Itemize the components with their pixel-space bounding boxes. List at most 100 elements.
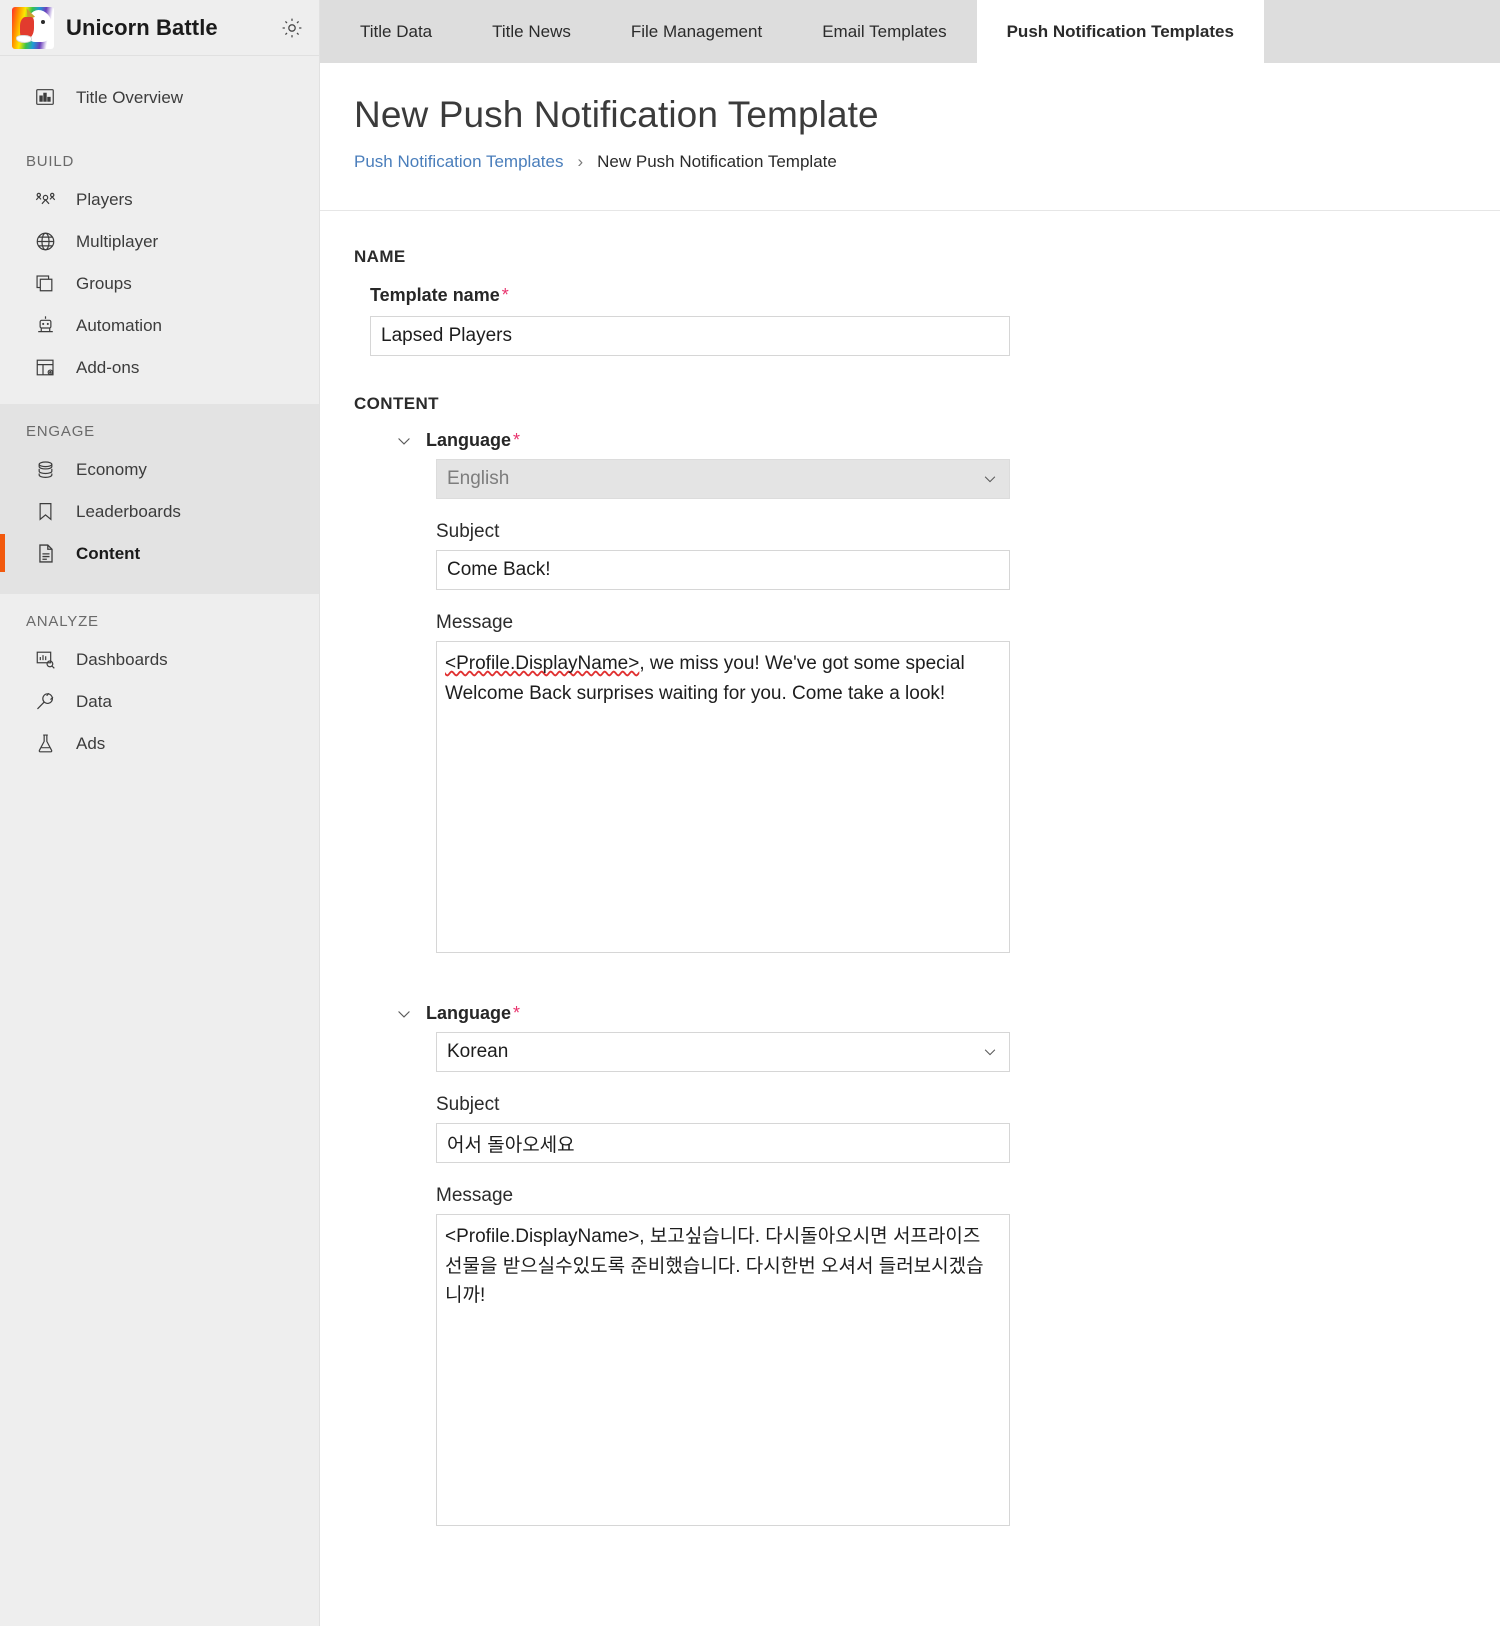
language-header: Language *: [394, 1003, 1500, 1024]
language-body: English Subject Message <Profile.Display…: [436, 459, 1500, 953]
sidebar-item-content[interactable]: Content: [0, 532, 319, 574]
page-title: New Push Notification Template: [354, 94, 879, 135]
sidebar-group-analyze: ANALYZE Dashboards Data Ads: [0, 594, 319, 778]
sidebar-item-label: Content: [76, 543, 141, 563]
coins-icon: [34, 457, 60, 481]
sidebar-item-economy[interactable]: Economy: [0, 448, 319, 490]
content-section-heading: CONTENT: [354, 394, 439, 413]
tab-bar: Title Data Title News File Management Em…: [320, 0, 1500, 63]
message-label: Message: [436, 1185, 514, 1206]
sidebar-item-data[interactable]: Data: [0, 680, 319, 722]
required-asterisk: *: [501, 285, 509, 305]
sidebar-item-label: Economy: [76, 459, 147, 479]
sidebar-item-label: Groups: [76, 273, 132, 293]
main-content: Title Data Title News File Management Em…: [320, 0, 1500, 1626]
name-section-heading: NAME: [354, 247, 406, 266]
dashboard-search-icon: [34, 647, 60, 671]
tab-title-data[interactable]: Title Data: [330, 0, 462, 63]
message-label: Message: [436, 612, 514, 633]
subject-label: Subject: [436, 1094, 500, 1115]
template-name-field: Template name *: [370, 285, 1500, 356]
language-select-korean[interactable]: Korean: [436, 1032, 1010, 1072]
chevron-down-icon[interactable]: [394, 431, 414, 451]
layers-icon: [34, 271, 60, 295]
sidebar-item-label: Players: [76, 189, 133, 209]
language-header: Language *: [394, 430, 1500, 451]
template-name-label-text: Template name: [370, 285, 500, 305]
unicorn-logo: [12, 6, 54, 49]
bar-chart-icon: [34, 85, 60, 109]
sidebar-item-multiplayer[interactable]: Multiplayer: [0, 220, 319, 262]
sidebar-group-title-build: BUILD: [26, 152, 75, 170]
app-root: Unicorn Battle Title Overview BUILD Play…: [0, 0, 1500, 1626]
language-block-korean: Language* Korean Subject Messa: [370, 1003, 1500, 1526]
breadcrumb-current: New Push Notification Template: [597, 151, 837, 171]
tab-email-templates[interactable]: Email Templates: [792, 0, 976, 63]
language-label: Language *: [426, 1003, 520, 1024]
sidebar-group-build: BUILD Players Multiplayer Groups Automat…: [0, 136, 319, 404]
language-select-value: English: [447, 468, 510, 489]
template-name-input[interactable]: [370, 316, 1010, 356]
sidebar-item-ads[interactable]: Ads: [0, 722, 319, 764]
sidebar-item-label: Multiplayer: [76, 231, 159, 251]
sidebar-item-label: Add-ons: [76, 357, 140, 377]
language-label-text: Language: [426, 1003, 512, 1023]
template-form: NAME Template name* CONTENT Lan: [320, 211, 1500, 1526]
language-label: Language *: [426, 430, 520, 451]
sidebar-item-players[interactable]: Players: [0, 178, 319, 220]
required-asterisk: *: [513, 430, 521, 450]
chevron-down-icon[interactable]: [394, 1004, 414, 1024]
sidebar-item-title-overview[interactable]: Title Overview: [0, 76, 319, 118]
brand-header: Unicorn Battle: [0, 0, 319, 56]
template-name-label: Template name *: [370, 285, 1500, 306]
sidebar-item-label: Leaderboards: [76, 501, 181, 521]
page-header: New Push Notification Template Push Noti…: [320, 63, 1500, 211]
language-label-text: Language: [426, 430, 512, 450]
globe-icon: [34, 229, 60, 253]
bookmark-icon: [34, 499, 60, 523]
language-body: Korean Subject Message <Profile.DisplayN…: [436, 1032, 1500, 1526]
sidebar-item-dashboards[interactable]: Dashboards: [0, 638, 319, 680]
sidebar-item-label: Title Overview: [76, 87, 184, 107]
sidebar-item-label: Automation: [76, 315, 162, 335]
players-icon: [34, 187, 60, 211]
breadcrumb: Push Notification Templates › New Push N…: [354, 152, 1500, 172]
message-textarea-english[interactable]: <Profile.DisplayName>, we miss you! We'v…: [436, 641, 1010, 953]
sidebar-nav: Title Overview BUILD Players Multiplayer…: [0, 76, 319, 778]
sidebar-item-label: Ads: [76, 733, 106, 753]
sidebar-item-label: Data: [76, 691, 112, 711]
breadcrumb-separator-icon: ›: [577, 151, 584, 171]
subject-label: Subject: [436, 521, 500, 542]
sidebar-item-add-ons[interactable]: Add-ons: [0, 346, 319, 388]
brand-title: Unicorn Battle: [66, 14, 218, 40]
breadcrumb-link[interactable]: Push Notification Templates: [354, 152, 563, 172]
sidebar-item-automation[interactable]: Automation: [0, 304, 319, 346]
flask-icon: [34, 731, 60, 755]
sidebar-group-title-analyze: ANALYZE: [26, 612, 99, 630]
sidebar-item-label: Dashboards: [76, 649, 168, 669]
robot-icon: [34, 313, 60, 337]
sidebar-group-engage: ENGAGE Economy Leaderboards Content: [0, 404, 319, 594]
chevron-down-icon: [981, 1043, 999, 1061]
gear-icon[interactable]: [279, 15, 305, 41]
tab-bar-filler: [1264, 0, 1500, 63]
message-token: <Profile.DisplayName>: [445, 653, 640, 674]
language-select-english[interactable]: English: [436, 459, 1010, 499]
sidebar: Unicorn Battle Title Overview BUILD Play…: [0, 0, 320, 1626]
sidebar-item-leaderboards[interactable]: Leaderboards: [0, 490, 319, 532]
sidebar-item-groups[interactable]: Groups: [0, 262, 319, 304]
required-asterisk: *: [513, 1003, 521, 1023]
language-block-english: Language* English Subject Mess: [370, 430, 1500, 953]
subject-input-english[interactable]: [436, 550, 1010, 590]
subject-input-korean[interactable]: [436, 1123, 1010, 1163]
tab-file-management[interactable]: File Management: [601, 0, 792, 63]
tab-title-news[interactable]: Title News: [462, 0, 601, 63]
chevron-down-icon: [981, 470, 999, 488]
document-icon: [34, 541, 60, 565]
message-textarea-korean[interactable]: <Profile.DisplayName>, 보고싶습니다. 다시돌아오시면 서…: [436, 1214, 1010, 1526]
addons-icon: [34, 355, 60, 379]
language-select-value: Korean: [447, 1041, 509, 1062]
tab-push-notification-templates[interactable]: Push Notification Templates: [976, 0, 1264, 63]
plug-icon: [34, 689, 60, 713]
sidebar-group-title-engage: ENGAGE: [26, 422, 95, 440]
